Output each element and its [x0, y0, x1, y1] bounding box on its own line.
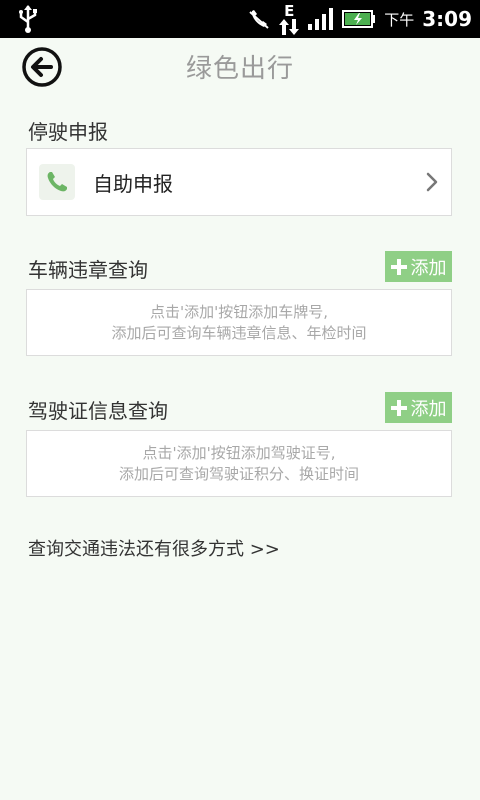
vehicle-violation-section-label: 车辆违章查询: [28, 258, 148, 282]
signal-icon: [308, 8, 334, 30]
self-report-item[interactable]: 自助申报: [26, 148, 452, 216]
add-vehicle-button[interactable]: 添加: [385, 251, 452, 282]
network-type-label: E: [284, 1, 295, 20]
add-license-button[interactable]: 添加: [385, 392, 452, 423]
vehicle-hint-box: 点击'添加'按钮添加车牌号, 添加后可查询车辆违章信息、年检时间: [26, 289, 452, 356]
status-time: 3:09: [422, 7, 472, 31]
license-hint-box: 点击'添加'按钮添加驾驶证号, 添加后可查询驾驶证积分、换证时间: [26, 430, 452, 497]
license-hint-line1: 点击'添加'按钮添加驾驶证号,: [142, 443, 336, 462]
status-ampm: 下午: [384, 10, 415, 29]
license-info-section-label: 驾驶证信息查询: [28, 399, 168, 423]
plus-icon: [390, 399, 407, 416]
more-methods-link[interactable]: 查询交通违法还有很多方式 >>: [28, 535, 280, 561]
add-license-label: 添加: [410, 398, 447, 420]
data-arrows-icon: E: [278, 1, 300, 35]
vehicle-hint-line2: 添加后可查询车辆违章信息、年检时间: [111, 323, 367, 342]
header: 绿色出行: [0, 38, 480, 96]
license-hint-line2: 添加后可查询驾驶证积分、换证时间: [118, 464, 359, 483]
battery-charging-icon: [342, 9, 376, 29]
mute-icon: [248, 8, 270, 30]
add-vehicle-label: 添加: [410, 257, 447, 279]
vehicle-hint-line1: 点击'添加'按钮添加车牌号,: [149, 302, 329, 321]
chevron-right-icon: [426, 172, 438, 192]
status-bar: E 下午 3:09: [0, 0, 480, 38]
self-report-label: 自助申报: [93, 171, 173, 196]
phone-icon: [39, 164, 75, 200]
self-report-section-label: 停驶申报: [28, 120, 108, 144]
plus-icon: [390, 258, 407, 275]
page-title: 绿色出行: [185, 54, 294, 84]
usb-icon: [16, 4, 40, 38]
